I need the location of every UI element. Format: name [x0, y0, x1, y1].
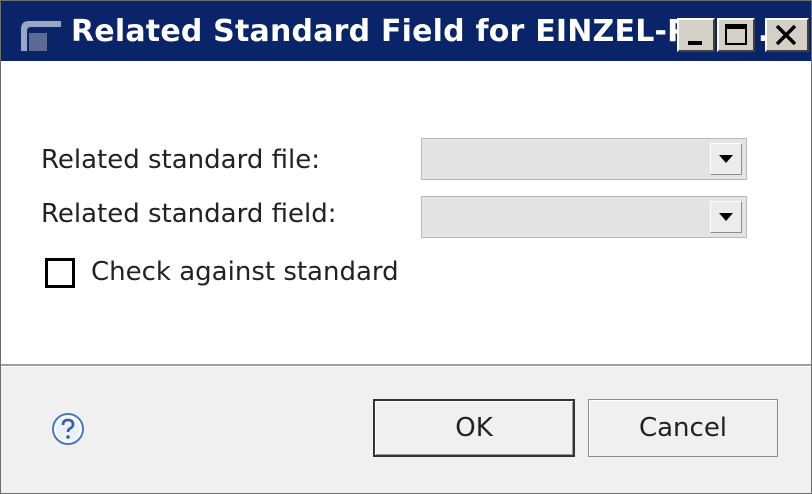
related-file-label: Related standard file: — [41, 145, 320, 175]
related-field-label: Related standard field: — [41, 199, 337, 229]
related-file-combo[interactable] — [421, 138, 747, 180]
minimize-button[interactable] — [677, 18, 715, 52]
related-file-dropdown-button[interactable] — [710, 143, 742, 175]
check-against-standard-checkbox[interactable] — [45, 258, 75, 288]
ok-button[interactable]: OK — [373, 399, 575, 457]
related-field-combo[interactable] — [421, 196, 747, 238]
check-against-standard-label[interactable]: Check against standard — [91, 257, 399, 287]
chevron-down-icon — [719, 213, 733, 221]
cancel-button[interactable]: Cancel — [588, 399, 778, 457]
minimize-icon — [688, 41, 702, 45]
dialog-window: Related Standard Field for EINZEL-PE (..… — [0, 0, 812, 494]
maximize-icon — [725, 24, 747, 45]
close-icon — [775, 24, 797, 46]
chevron-down-icon — [719, 155, 733, 163]
app-icon — [21, 21, 61, 51]
maximize-button[interactable] — [717, 18, 755, 52]
related-field-dropdown-button[interactable] — [710, 201, 742, 233]
help-icon[interactable] — [51, 412, 85, 446]
close-button[interactable] — [765, 18, 809, 52]
title-bar[interactable]: Related Standard Field for EINZEL-PE (..… — [1, 1, 811, 61]
window-title: Related Standard Field for EINZEL-PE (..… — [71, 14, 770, 49]
